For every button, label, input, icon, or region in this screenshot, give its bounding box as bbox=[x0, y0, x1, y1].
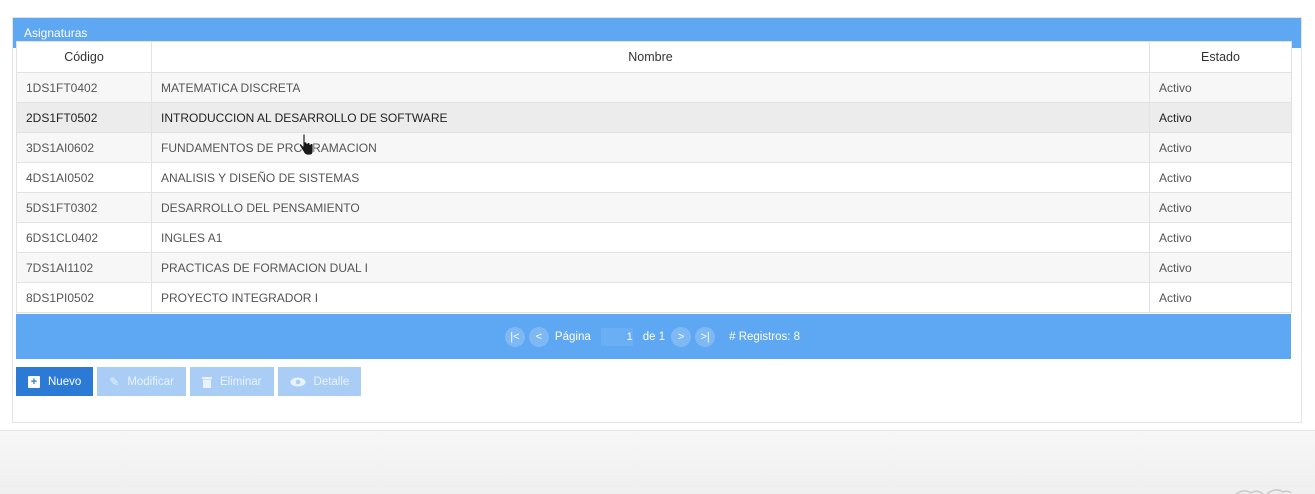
table-row[interactable]: 7DS1AI1102 PRACTICAS DE FORMACION DUAL I… bbox=[16, 252, 1292, 283]
table-row[interactable]: 8DS1PI0502 PROYECTO INTEGRADOR I Activo bbox=[16, 282, 1292, 313]
page-number-input[interactable] bbox=[600, 327, 633, 346]
edit-button-label: Modificar bbox=[127, 375, 174, 388]
table-row[interactable]: 1DS1FT0402 MATEMATICA DISCRETA Activo bbox=[16, 72, 1292, 103]
cell-nombre: INGLES A1 bbox=[151, 222, 1150, 253]
cell-codigo: 2DS1FT0502 bbox=[16, 102, 152, 133]
cell-codigo: 8DS1PI0502 bbox=[16, 282, 152, 313]
cell-nombre: INTRODUCCION AL DESARROLLO DE SOFTWARE bbox=[151, 102, 1150, 133]
column-header-estado[interactable]: Estado bbox=[1149, 41, 1292, 73]
records-count: # Registros: 8 bbox=[729, 330, 801, 343]
trash-icon bbox=[201, 376, 212, 388]
page-of-label: de 1 bbox=[642, 330, 666, 343]
cell-estado: Activo bbox=[1149, 72, 1292, 103]
table-row[interactable]: 4DS1AI0502 ANALISIS Y DISEÑO DE SISTEMAS… bbox=[16, 162, 1292, 193]
table-row[interactable]: 5DS1FT0302 DESARROLLO DEL PENSAMIENTO Ac… bbox=[16, 192, 1292, 223]
detail-button[interactable]: Detalle bbox=[277, 367, 362, 396]
first-page-icon[interactable]: |< bbox=[504, 326, 525, 347]
cell-nombre: DESARROLLO DEL PENSAMIENTO bbox=[151, 192, 1150, 223]
pencil-icon: ✎ bbox=[109, 374, 120, 389]
detail-button-label: Detalle bbox=[313, 375, 350, 388]
edit-button[interactable]: ✎ Modificar bbox=[97, 367, 186, 396]
page-label: Página bbox=[554, 330, 591, 343]
cell-estado: Activo bbox=[1149, 192, 1292, 223]
cell-nombre: PROYECTO INTEGRADOR I bbox=[151, 282, 1150, 313]
table-row[interactable]: 3DS1AI0602 FUNDAMENTOS DE PROGRAMACION A… bbox=[16, 132, 1292, 163]
hand-cursor-icon bbox=[299, 134, 314, 156]
cell-codigo: 5DS1FT0302 bbox=[16, 192, 152, 223]
table-row[interactable]: 2DS1FT0502 INTRODUCCION AL DESARROLLO DE… bbox=[16, 102, 1292, 133]
cell-estado: Activo bbox=[1149, 132, 1292, 163]
cell-codigo: 4DS1AI0502 bbox=[16, 162, 152, 193]
next-page-icon[interactable]: > bbox=[671, 326, 692, 347]
cell-estado: Activo bbox=[1149, 282, 1292, 313]
table-header-row: Código Nombre Estado bbox=[16, 41, 1292, 73]
table-row[interactable]: 6DS1CL0402 INGLES A1 Activo bbox=[16, 222, 1292, 253]
footer-logo-left bbox=[27, 488, 47, 493]
plus-icon: + bbox=[28, 375, 40, 388]
pagination-bar: |< < Página de 1 > >| # Registros: 8 bbox=[16, 314, 1291, 359]
cell-nombre: PRACTICAS DE FORMACION DUAL I bbox=[151, 252, 1150, 283]
cell-estado: Activo bbox=[1149, 222, 1292, 253]
cell-estado: Activo bbox=[1149, 162, 1292, 193]
cell-nombre: MATEMATICA DISCRETA bbox=[151, 72, 1150, 103]
cell-nombre: ANALISIS Y DISEÑO DE SISTEMAS bbox=[151, 162, 1150, 193]
subjects-table: Código Nombre Estado 1DS1FT0402 MATEMATI… bbox=[16, 41, 1292, 313]
cell-estado: Activo bbox=[1149, 102, 1292, 133]
cell-codigo: 3DS1AI0602 bbox=[16, 132, 152, 163]
cell-codigo: 6DS1CL0402 bbox=[16, 222, 152, 253]
delete-button-label: Eliminar bbox=[219, 375, 262, 388]
cell-estado: Activo bbox=[1149, 252, 1292, 283]
delete-button[interactable]: Eliminar bbox=[189, 367, 274, 396]
footer-bar bbox=[0, 430, 1315, 494]
cell-codigo: 7DS1AI1102 bbox=[16, 252, 152, 283]
action-toolbar: + Nuevo ✎ Modificar Eliminar Detalle bbox=[16, 367, 365, 396]
eye-icon bbox=[290, 377, 306, 387]
column-header-codigo[interactable]: Código bbox=[16, 41, 152, 73]
subjects-table-wrap: Código Nombre Estado 1DS1FT0402 MATEMATI… bbox=[16, 41, 1292, 313]
column-header-nombre[interactable]: Nombre bbox=[151, 41, 1150, 73]
footer-logo-right bbox=[1233, 483, 1293, 494]
last-page-icon[interactable]: >| bbox=[695, 326, 716, 347]
cell-codigo: 1DS1FT0402 bbox=[16, 72, 152, 103]
new-button-label: Nuevo bbox=[48, 375, 82, 388]
prev-page-icon[interactable]: < bbox=[528, 326, 549, 347]
new-button[interactable]: + Nuevo bbox=[16, 367, 94, 396]
